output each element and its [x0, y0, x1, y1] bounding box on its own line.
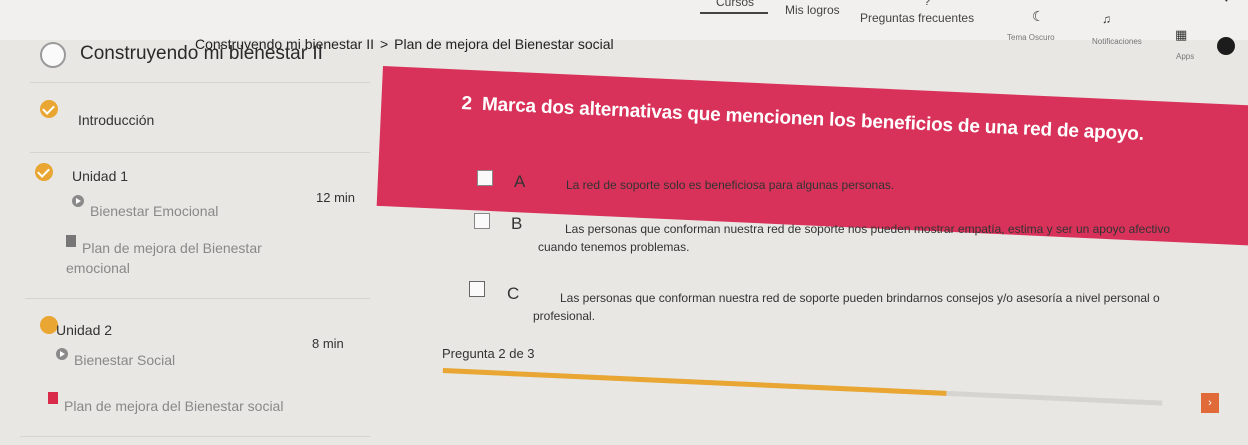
document-icon [66, 235, 76, 247]
option-c-letter: C [507, 284, 520, 303]
option-a-checkbox[interactable] [477, 170, 493, 186]
breadcrumb-current: Plan de mejora del Bienestar social [394, 36, 614, 52]
sidebar-divider [25, 298, 370, 299]
sidebar-item-unit2[interactable]: Unidad 2 [56, 322, 112, 338]
course-title: Construyendo mi bienestar II [80, 43, 323, 64]
active-nav-underline [700, 12, 768, 14]
option-c-text-line2[interactable]: profesional. [533, 309, 595, 323]
option-a-text[interactable]: La red de soporte solo es beneficiosa pa… [566, 178, 894, 192]
document-icon [48, 392, 58, 404]
option-b-text-line2[interactable]: cuando tenemos problemas. [538, 240, 689, 254]
help-badge-icon[interactable]: ? [924, 0, 930, 8]
top-navigation: Cursos Mis logros Preguntas frecuentes ?… [0, 0, 1248, 61]
dot-icon: • [1225, 0, 1228, 5]
quiz-progress-fill [442, 368, 947, 396]
lesson-play-icon [56, 348, 68, 360]
nav-courses-link[interactable]: Cursos [716, 0, 754, 9]
option-c-text[interactable]: Las personas que conforman nuestra red d… [560, 291, 1160, 305]
bell-icon[interactable]: ♫ [1102, 12, 1111, 26]
breadcrumb-separator: > [379, 36, 389, 52]
quiz-progress-bar [442, 368, 1163, 406]
option-c-checkbox[interactable] [469, 281, 485, 297]
question-counter: Pregunta 2 de 3 [442, 346, 535, 361]
unit1-duration: 12 min [316, 190, 356, 205]
question-number: 2 [461, 93, 473, 115]
question-banner [376, 66, 1248, 246]
nav-achievements-link[interactable]: Mis logros [785, 3, 840, 17]
option-b-letter: B [511, 214, 523, 233]
option-b-checkbox[interactable] [474, 213, 490, 229]
dark-theme-label[interactable]: Tema Oscuro [1007, 33, 1055, 42]
notifications-label[interactable]: Notificaciones [1092, 37, 1142, 46]
unit1-complete-icon [35, 163, 53, 181]
next-question-button[interactable]: › [1201, 393, 1219, 413]
intro-complete-icon [40, 100, 58, 118]
sidebar-divider [30, 82, 370, 83]
apps-grid-icon[interactable]: ▦ [1175, 27, 1187, 43]
sidebar-divider [20, 436, 370, 437]
nav-faq-link[interactable]: Preguntas frecuentes [860, 11, 974, 25]
sidebar-lesson-social[interactable]: Bienestar Social [74, 352, 175, 368]
sidebar-item-intro[interactable]: Introducción [78, 112, 154, 128]
sidebar-plan-emotional[interactable]: Plan de mejora del Bienestar [82, 240, 262, 256]
sidebar-plan-emotional-line2[interactable]: emocional [66, 260, 130, 276]
moon-icon[interactable]: ☾ [1032, 8, 1045, 25]
option-b-text[interactable]: Las personas que conforman nuestra red d… [565, 222, 1170, 236]
user-avatar[interactable] [1217, 37, 1235, 55]
course-progress-ring [40, 42, 66, 68]
option-a-letter: A [514, 172, 526, 191]
sidebar-item-unit1[interactable]: Unidad 1 [72, 168, 128, 184]
sidebar-lesson-emotional[interactable]: Bienestar Emocional [90, 203, 218, 219]
sidebar-divider [30, 152, 370, 153]
sidebar-plan-social[interactable]: Plan de mejora del Bienestar social [64, 398, 283, 414]
apps-label[interactable]: Apps [1176, 52, 1194, 61]
unit2-duration: 8 min [312, 336, 344, 351]
lesson-play-icon [72, 195, 84, 207]
